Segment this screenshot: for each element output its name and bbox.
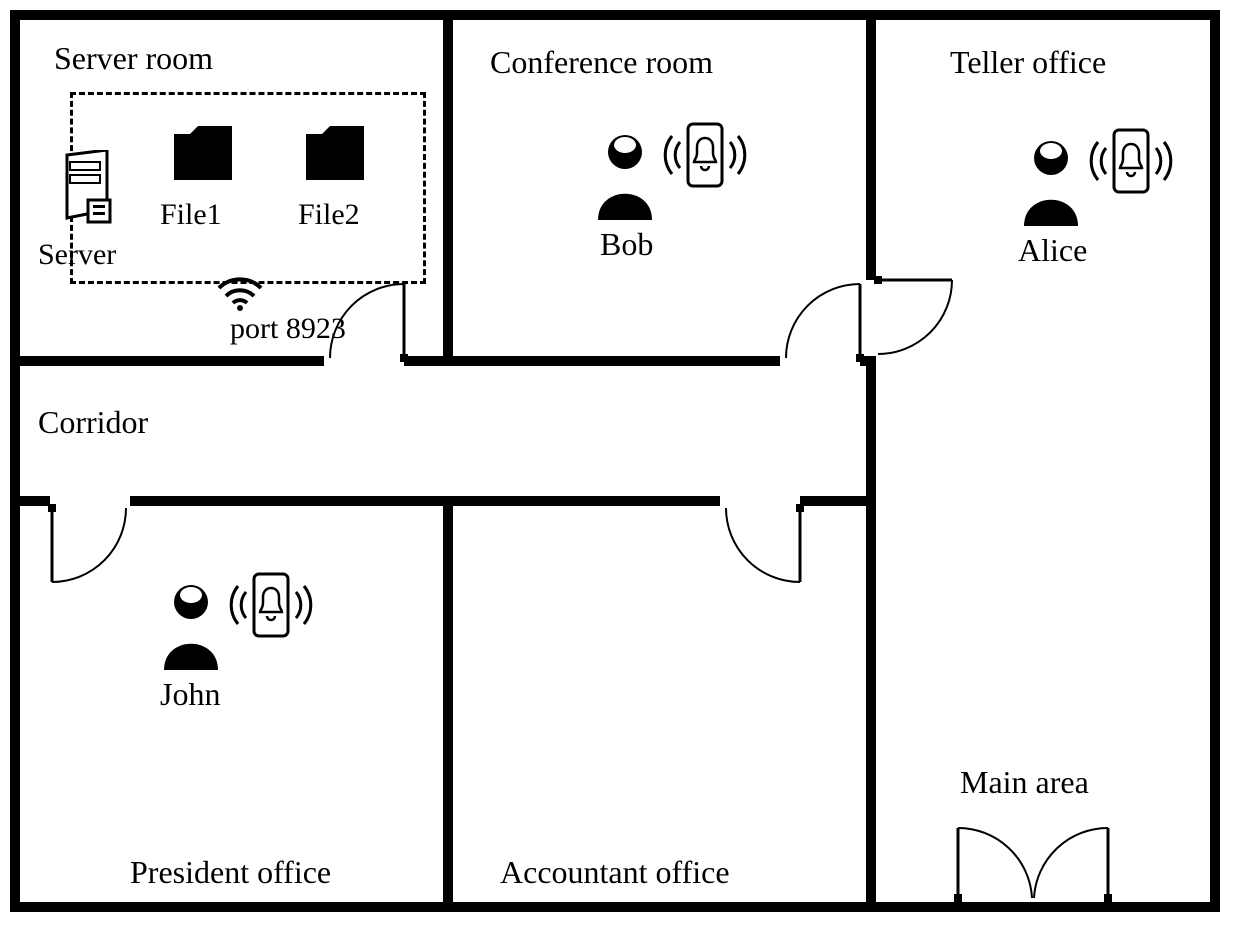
person-label-bob: Bob [600,226,653,263]
wall-segment [443,496,453,902]
phone-alert-icon [660,120,750,201]
person-label-alice: Alice [1018,232,1087,269]
file1-label: File1 [160,198,222,232]
file-icon [302,120,368,191]
door-icon [320,278,410,369]
wall-segment [20,356,876,366]
door-icon [46,504,136,595]
phone-alert-icon [1086,126,1176,207]
door-icon [716,504,806,595]
server-icon [52,150,122,233]
door-icon [776,278,866,369]
room-label-server: Server room [54,40,213,77]
room-label-teller: Teller office [950,44,1106,81]
room-label-main: Main area [960,764,1089,801]
file-icon [170,120,236,191]
double-door-icon [948,820,1118,907]
server-label: Server [38,238,116,272]
person-icon [588,130,662,225]
door-icon [874,276,960,367]
server-enclosure [70,92,426,284]
wall-segment [443,20,453,366]
person-icon [1014,136,1088,231]
floor-plan: Server room Conference room Teller offic… [10,10,1220,912]
wall-segment [866,356,876,902]
room-label-conference: Conference room [490,44,713,81]
person-icon [154,580,228,675]
person-label-john: John [160,676,220,713]
room-label-president: President office [130,854,331,891]
room-label-accountant: Accountant office [500,854,730,891]
phone-alert-icon [226,570,316,651]
room-label-corridor: Corridor [38,404,148,441]
file2-label: File2 [298,198,360,232]
wifi-icon [215,276,265,317]
